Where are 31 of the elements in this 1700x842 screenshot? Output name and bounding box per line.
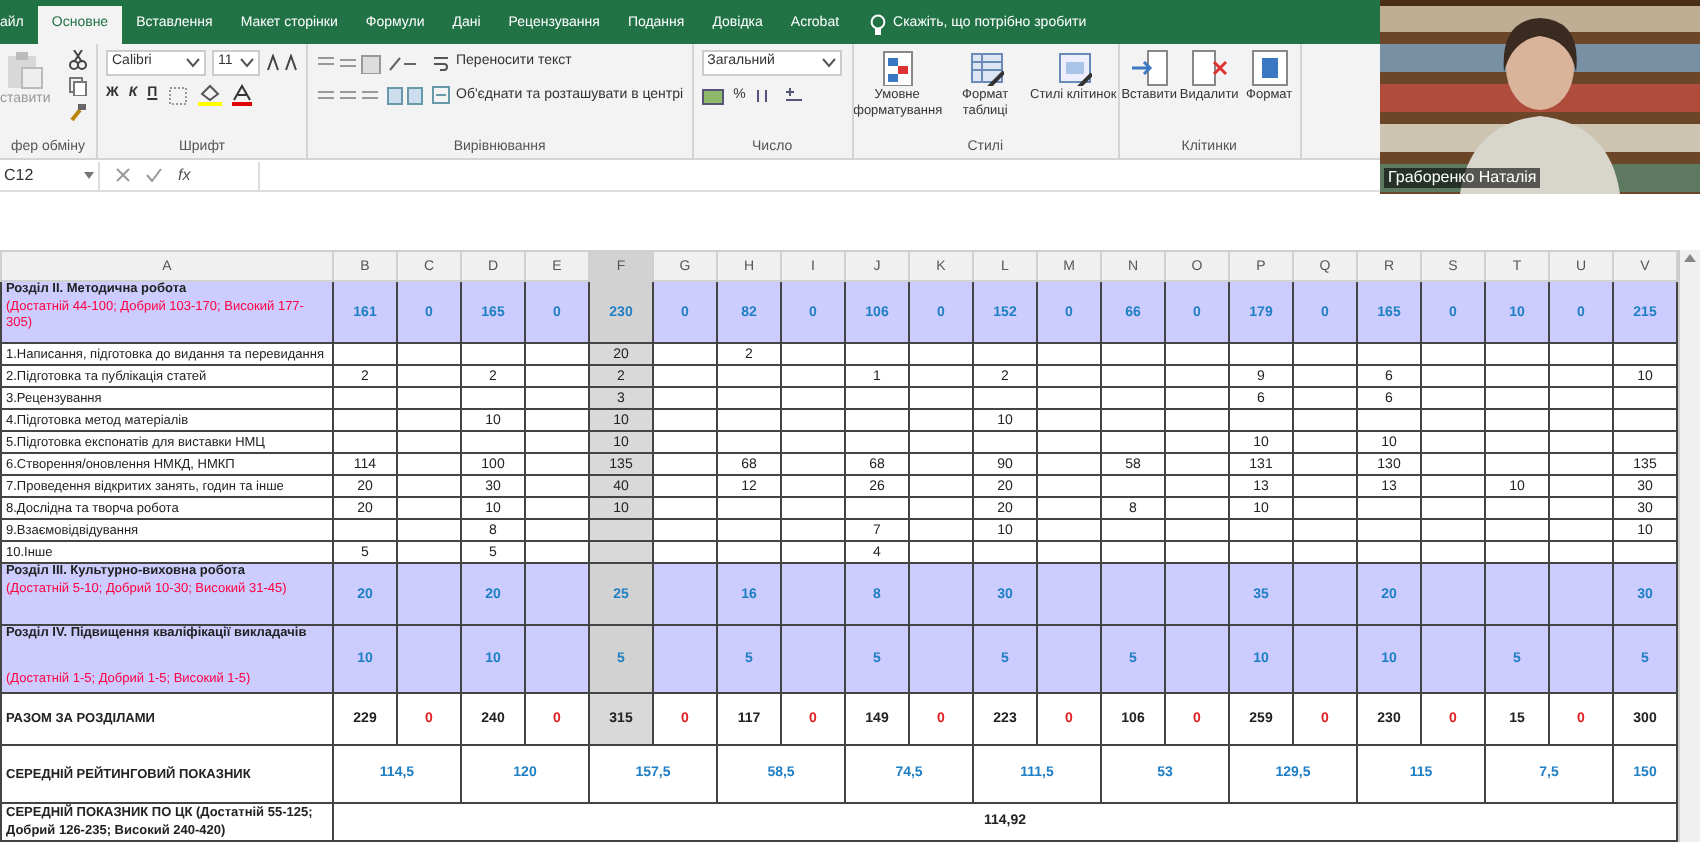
wrap-text-icon <box>432 53 450 72</box>
name-box[interactable]: C12 <box>0 161 100 189</box>
cell-styles-icon <box>1055 50 1092 86</box>
decimal-icon <box>753 88 806 105</box>
function-button[interactable]: fx <box>178 163 191 187</box>
font-size-icon <box>266 54 298 72</box>
table-format-icon <box>967 50 1004 86</box>
lightbulb-icon <box>869 14 886 36</box>
scissors-icon <box>68 50 88 70</box>
copy-icon <box>68 76 88 96</box>
cell-reference: C12 <box>4 163 34 187</box>
delete-cells-icon <box>1191 50 1228 86</box>
dropdown-icon <box>186 58 200 68</box>
dropdown-icon <box>821 58 836 68</box>
cancel-icon <box>116 168 130 182</box>
scroll-up-icon <box>1684 254 1696 262</box>
dropdown-icon <box>84 171 94 179</box>
dropdown-icon <box>240 58 254 68</box>
participant-name: Граборенко Наталія <box>1384 168 1541 188</box>
currency-icon <box>701 87 726 106</box>
insert-cells-icon <box>1131 50 1168 86</box>
format-cells-icon <box>1251 50 1288 86</box>
font-color-icon <box>231 84 252 106</box>
conditional-format-icon <box>879 50 916 86</box>
scrollbar[interactable] <box>1678 250 1700 842</box>
merge-icon <box>432 86 450 105</box>
enter-icon <box>146 168 162 182</box>
fill-color-icon <box>197 84 222 106</box>
borders-icon <box>167 85 188 105</box>
alignment-icon <box>316 86 424 106</box>
brush-icon <box>68 102 88 122</box>
